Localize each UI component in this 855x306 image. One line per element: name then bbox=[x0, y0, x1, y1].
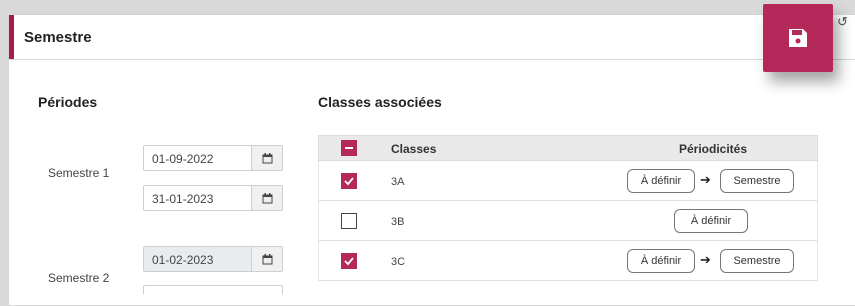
row-checkbox[interactable] bbox=[341, 213, 357, 229]
date-value: 01-02-2023 bbox=[152, 253, 214, 267]
calendar-icon[interactable] bbox=[251, 186, 282, 210]
semester-1-end-date[interactable]: 31-01-2023 bbox=[143, 185, 283, 211]
row-checkbox[interactable] bbox=[341, 173, 357, 189]
table-row: 3C À définir ➔ Semestre bbox=[318, 241, 818, 281]
class-name: 3C bbox=[391, 256, 406, 268]
classes-column-header: Classes bbox=[391, 142, 437, 156]
arrow-right-icon: ➔ bbox=[700, 252, 711, 267]
arrow-right-icon: ➔ bbox=[700, 172, 711, 187]
page-title: Semestre bbox=[24, 29, 92, 46]
periodicity-from-button[interactable]: À définir bbox=[674, 209, 748, 233]
class-name: 3B bbox=[391, 216, 405, 228]
semester-1-label: Semestre 1 bbox=[48, 166, 110, 180]
semester-1-start-date[interactable]: 01-09-2022 bbox=[143, 145, 283, 171]
header-accent-bar bbox=[9, 15, 14, 59]
classes-title: Classes associées bbox=[318, 94, 442, 110]
periodicities-column-header: Périodicités bbox=[679, 142, 748, 156]
periodicity-to-button[interactable]: Semestre bbox=[720, 169, 794, 193]
class-name: 3A bbox=[391, 176, 405, 188]
save-button[interactable] bbox=[763, 4, 833, 72]
table-row: 3B À définir bbox=[318, 201, 818, 241]
periods-title: Périodes bbox=[38, 94, 98, 110]
select-all-checkbox[interactable] bbox=[341, 140, 357, 156]
calendar-icon bbox=[251, 247, 282, 271]
row-checkbox[interactable] bbox=[341, 253, 357, 269]
panel-header: Semestre bbox=[9, 15, 855, 60]
semester-2-start-date: 01-02-2023 bbox=[143, 246, 283, 272]
calendar-icon[interactable] bbox=[251, 146, 282, 170]
undo-icon[interactable]: ↺ bbox=[837, 14, 848, 30]
date-value: 31-01-2023 bbox=[152, 192, 214, 206]
periodicity-from-button[interactable]: À définir bbox=[627, 169, 695, 193]
periodicity-to-button[interactable]: Semestre bbox=[720, 249, 794, 273]
date-value: 01-09-2022 bbox=[152, 152, 214, 166]
table-row: 3A À définir ➔ Semestre bbox=[318, 161, 818, 201]
semester-2-label: Semestre 2 bbox=[48, 271, 110, 285]
semester-2-end-date[interactable] bbox=[143, 285, 283, 295]
table-header: Classes Périodicités bbox=[318, 135, 818, 161]
floppy-disk-icon bbox=[789, 29, 807, 47]
periodicity-from-button[interactable]: À définir bbox=[627, 249, 695, 273]
